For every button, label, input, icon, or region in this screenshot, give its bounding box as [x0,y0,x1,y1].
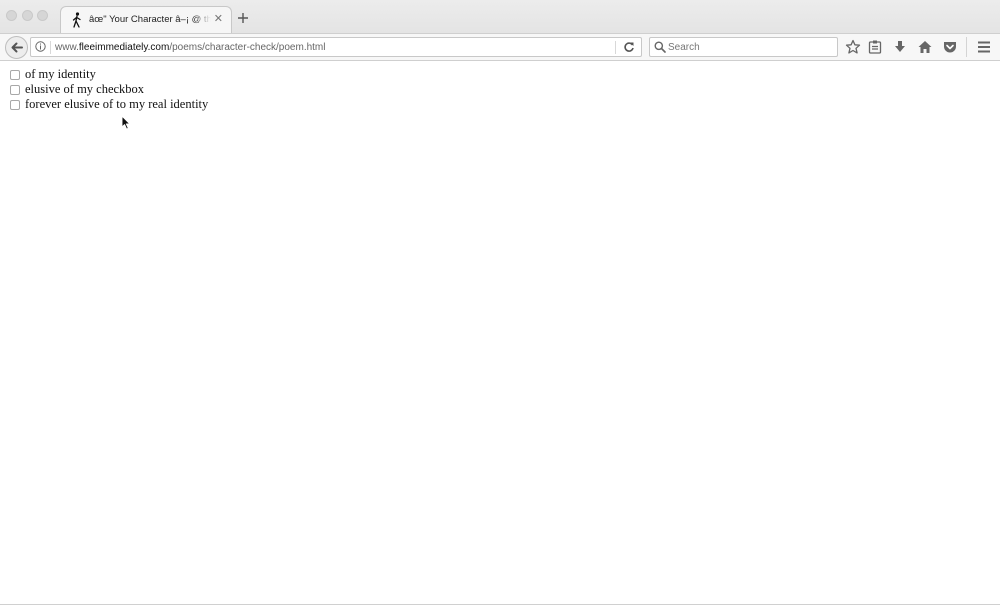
back-button[interactable] [5,36,28,59]
poem-line-text: of my identity [25,67,96,81]
tab-title: âœ" Your Character â–¡ @ the a [89,14,211,25]
url-text[interactable]: www.fleeimmediately.com/poems/character-… [55,42,325,53]
tab-active[interactable]: âœ" Your Character â–¡ @ the a ✕ [60,6,232,34]
poem-line-text: forever elusive of to my real identity [25,97,209,111]
toolbar-divider [966,37,967,57]
poem-checkbox-1[interactable] [10,69,20,80]
reading-list-icon[interactable] [867,39,883,55]
new-tab-plus-icon[interactable] [236,11,250,25]
search-bar[interactable] [649,37,838,57]
home-icon[interactable] [917,39,933,55]
download-icon[interactable] [892,39,908,55]
search-icon [654,41,666,53]
poem-line-text: elusive of my checkbox [25,82,145,96]
page-content: of my identity elusive of my checkbox fo… [0,61,1000,605]
poem-line-1[interactable]: of my identity [10,67,96,82]
bookmark-star-icon[interactable] [845,39,861,55]
search-input[interactable] [668,40,828,54]
poem-checkbox-3[interactable] [10,99,20,110]
reload-icon[interactable] [623,41,635,53]
url-host: fleeimmediately.com [78,42,170,53]
poem-line-2[interactable]: elusive of my checkbox [10,82,144,97]
window-close-button[interactable] [6,10,17,21]
window-maximize-button[interactable] [37,10,48,21]
mouse-cursor-icon [121,115,131,130]
info-icon[interactable] [35,41,46,52]
url-path: /poems/character-check/poem.html [169,42,326,53]
tab-close-icon[interactable]: ✕ [214,13,223,25]
browser-window: âœ" Your Character â–¡ @ the a ✕ www.fle… [0,0,1000,605]
hamburger-menu-icon[interactable] [976,39,992,55]
back-arrow-icon [11,42,23,53]
url-bar[interactable]: www.fleeimmediately.com/poems/character-… [30,37,642,57]
navigation-toolbar: www.fleeimmediately.com/poems/character-… [0,33,1000,61]
poem-checkbox-2[interactable] [10,84,20,95]
tab-bar: âœ" Your Character â–¡ @ the a ✕ [0,0,1000,34]
pocket-icon[interactable] [942,39,958,55]
walking-person-icon [72,12,81,28]
poem-line-3[interactable]: forever elusive of to my real identity [10,97,208,112]
url-divider [50,41,51,54]
url-right-divider [615,41,616,54]
window-minimize-button[interactable] [22,10,33,21]
url-prefix: www. [55,42,79,53]
